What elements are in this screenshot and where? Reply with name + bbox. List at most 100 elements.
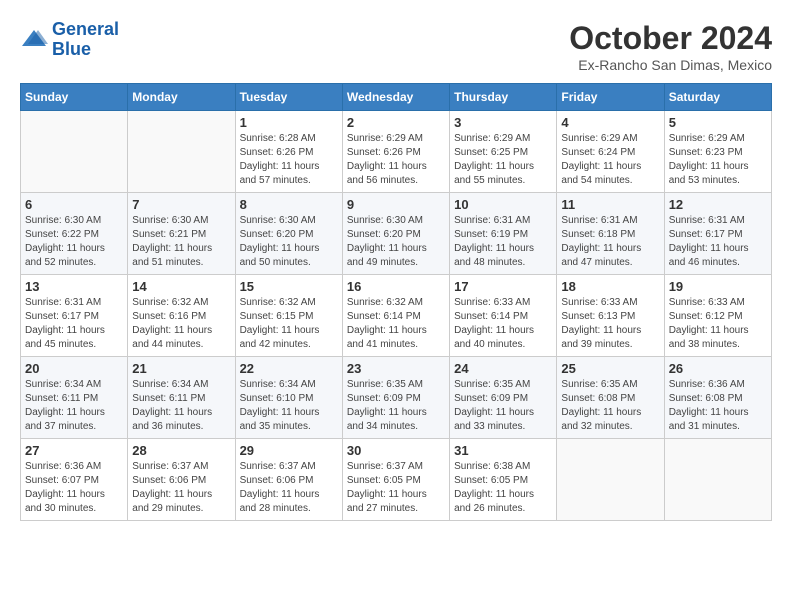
weekday-header-friday: Friday: [557, 84, 664, 111]
day-info: Sunrise: 6:37 AM Sunset: 6:06 PM Dayligh…: [240, 460, 338, 516]
day-number: 2: [347, 115, 445, 130]
month-title: October 2024: [569, 20, 772, 57]
calendar-cell: 28 Sunrise: 6:37 AM Sunset: 6:06 PM Dayli…: [128, 439, 235, 521]
weekday-header-saturday: Saturday: [664, 84, 771, 111]
calendar-cell: [128, 111, 235, 193]
weekday-header-monday: Monday: [128, 84, 235, 111]
day-number: 26: [669, 361, 767, 376]
day-info: Sunrise: 6:30 AM Sunset: 6:20 PM Dayligh…: [240, 214, 338, 270]
day-info: Sunrise: 6:33 AM Sunset: 6:12 PM Dayligh…: [669, 296, 767, 352]
day-number: 10: [454, 197, 552, 212]
day-info: Sunrise: 6:29 AM Sunset: 6:23 PM Dayligh…: [669, 132, 767, 188]
calendar-cell: 24Sunrise: 6:35 AM Sunset: 6:09 PM Dayli…: [450, 357, 557, 439]
day-number: 15: [240, 279, 338, 294]
calendar-cell: 21 Sunrise: 6:34 AM Sunset: 6:11 PM Dayli…: [128, 357, 235, 439]
calendar-cell: 16 Sunrise: 6:32 AM Sunset: 6:14 PM Dayli…: [342, 275, 449, 357]
day-info: Sunrise: 6:29 AM Sunset: 6:24 PM Dayligh…: [561, 132, 659, 188]
day-number: 29: [240, 443, 338, 458]
day-number: 17: [454, 279, 552, 294]
title-block: October 2024 Ex-Rancho San Dimas, Mexico: [569, 20, 772, 73]
weekday-header-wednesday: Wednesday: [342, 84, 449, 111]
day-info: Sunrise: 6:31 AM Sunset: 6:18 PM Dayligh…: [561, 214, 659, 270]
day-info: Sunrise: 6:31 AM Sunset: 6:19 PM Dayligh…: [454, 214, 552, 270]
calendar-cell: 20Sunrise: 6:34 AM Sunset: 6:11 PM Dayli…: [21, 357, 128, 439]
calendar-cell: 9 Sunrise: 6:30 AM Sunset: 6:20 PM Daylig…: [342, 193, 449, 275]
day-info: Sunrise: 6:34 AM Sunset: 6:11 PM Dayligh…: [25, 378, 123, 434]
calendar-cell: 6Sunrise: 6:30 AM Sunset: 6:22 PM Daylig…: [21, 193, 128, 275]
calendar-week-row: 13 Sunrise: 6:31 AM Sunset: 6:17 PM Dayli…: [21, 275, 772, 357]
logo-text: GeneralBlue: [52, 20, 119, 60]
calendar-cell: 23 Sunrise: 6:35 AM Sunset: 6:09 PM Dayli…: [342, 357, 449, 439]
calendar-cell: 14 Sunrise: 6:32 AM Sunset: 6:16 PM Dayli…: [128, 275, 235, 357]
day-number: 3: [454, 115, 552, 130]
day-number: 1: [240, 115, 338, 130]
day-number: 18: [561, 279, 659, 294]
day-info: Sunrise: 6:28 AM Sunset: 6:26 PM Dayligh…: [240, 132, 338, 188]
day-number: 13: [25, 279, 123, 294]
calendar-week-row: 6Sunrise: 6:30 AM Sunset: 6:22 PM Daylig…: [21, 193, 772, 275]
page-header: GeneralBlue October 2024 Ex-Rancho San D…: [20, 20, 772, 73]
calendar-cell: 1 Sunrise: 6:28 AM Sunset: 6:26 PM Daylig…: [235, 111, 342, 193]
calendar-header-row: SundayMondayTuesdayWednesdayThursdayFrid…: [21, 84, 772, 111]
calendar-cell: 8Sunrise: 6:30 AM Sunset: 6:20 PM Daylig…: [235, 193, 342, 275]
day-number: 7: [132, 197, 230, 212]
calendar-cell: 4 Sunrise: 6:29 AM Sunset: 6:24 PM Daylig…: [557, 111, 664, 193]
location: Ex-Rancho San Dimas, Mexico: [569, 57, 772, 73]
calendar-cell: 31 Sunrise: 6:38 AM Sunset: 6:05 PM Dayli…: [450, 439, 557, 521]
calendar-cell: 27Sunrise: 6:36 AM Sunset: 6:07 PM Dayli…: [21, 439, 128, 521]
calendar-cell: 22Sunrise: 6:34 AM Sunset: 6:10 PM Dayli…: [235, 357, 342, 439]
day-number: 31: [454, 443, 552, 458]
calendar-cell: [21, 111, 128, 193]
day-number: 23: [347, 361, 445, 376]
day-info: Sunrise: 6:34 AM Sunset: 6:11 PM Dayligh…: [132, 378, 230, 434]
calendar-cell: [664, 439, 771, 521]
day-number: 5: [669, 115, 767, 130]
day-number: 9: [347, 197, 445, 212]
day-number: 4: [561, 115, 659, 130]
day-info: Sunrise: 6:37 AM Sunset: 6:05 PM Dayligh…: [347, 460, 445, 516]
day-info: Sunrise: 6:35 AM Sunset: 6:09 PM Dayligh…: [454, 378, 552, 434]
day-number: 16: [347, 279, 445, 294]
calendar-body: 1 Sunrise: 6:28 AM Sunset: 6:26 PM Daylig…: [21, 111, 772, 521]
calendar-cell: 5 Sunrise: 6:29 AM Sunset: 6:23 PM Daylig…: [664, 111, 771, 193]
day-info: Sunrise: 6:38 AM Sunset: 6:05 PM Dayligh…: [454, 460, 552, 516]
calendar-cell: 26Sunrise: 6:36 AM Sunset: 6:08 PM Dayli…: [664, 357, 771, 439]
calendar-cell: 2Sunrise: 6:29 AM Sunset: 6:26 PM Daylig…: [342, 111, 449, 193]
day-number: 12: [669, 197, 767, 212]
calendar-cell: 7 Sunrise: 6:30 AM Sunset: 6:21 PM Daylig…: [128, 193, 235, 275]
calendar-cell: 29 Sunrise: 6:37 AM Sunset: 6:06 PM Dayli…: [235, 439, 342, 521]
calendar-cell: 3 Sunrise: 6:29 AM Sunset: 6:25 PM Daylig…: [450, 111, 557, 193]
day-number: 11: [561, 197, 659, 212]
day-info: Sunrise: 6:37 AM Sunset: 6:06 PM Dayligh…: [132, 460, 230, 516]
calendar-week-row: 1 Sunrise: 6:28 AM Sunset: 6:26 PM Daylig…: [21, 111, 772, 193]
calendar-cell: 15 Sunrise: 6:32 AM Sunset: 6:15 PM Dayli…: [235, 275, 342, 357]
weekday-header-tuesday: Tuesday: [235, 84, 342, 111]
calendar-cell: 19Sunrise: 6:33 AM Sunset: 6:12 PM Dayli…: [664, 275, 771, 357]
weekday-header-thursday: Thursday: [450, 84, 557, 111]
calendar-cell: 17Sunrise: 6:33 AM Sunset: 6:14 PM Dayli…: [450, 275, 557, 357]
day-number: 28: [132, 443, 230, 458]
day-info: Sunrise: 6:29 AM Sunset: 6:25 PM Dayligh…: [454, 132, 552, 188]
day-info: Sunrise: 6:32 AM Sunset: 6:15 PM Dayligh…: [240, 296, 338, 352]
day-number: 30: [347, 443, 445, 458]
day-info: Sunrise: 6:30 AM Sunset: 6:21 PM Dayligh…: [132, 214, 230, 270]
day-info: Sunrise: 6:32 AM Sunset: 6:14 PM Dayligh…: [347, 296, 445, 352]
day-info: Sunrise: 6:35 AM Sunset: 6:08 PM Dayligh…: [561, 378, 659, 434]
day-info: Sunrise: 6:32 AM Sunset: 6:16 PM Dayligh…: [132, 296, 230, 352]
calendar-table: SundayMondayTuesdayWednesdayThursdayFrid…: [20, 83, 772, 521]
calendar-cell: 30 Sunrise: 6:37 AM Sunset: 6:05 PM Dayli…: [342, 439, 449, 521]
day-info: Sunrise: 6:30 AM Sunset: 6:22 PM Dayligh…: [25, 214, 123, 270]
calendar-cell: 13 Sunrise: 6:31 AM Sunset: 6:17 PM Dayli…: [21, 275, 128, 357]
calendar-cell: 25Sunrise: 6:35 AM Sunset: 6:08 PM Dayli…: [557, 357, 664, 439]
day-info: Sunrise: 6:31 AM Sunset: 6:17 PM Dayligh…: [669, 214, 767, 270]
calendar-cell: 11 Sunrise: 6:31 AM Sunset: 6:18 PM Dayli…: [557, 193, 664, 275]
day-info: Sunrise: 6:30 AM Sunset: 6:20 PM Dayligh…: [347, 214, 445, 270]
day-info: Sunrise: 6:33 AM Sunset: 6:13 PM Dayligh…: [561, 296, 659, 352]
day-number: 14: [132, 279, 230, 294]
day-number: 22: [240, 361, 338, 376]
calendar-week-row: 27Sunrise: 6:36 AM Sunset: 6:07 PM Dayli…: [21, 439, 772, 521]
day-info: Sunrise: 6:35 AM Sunset: 6:09 PM Dayligh…: [347, 378, 445, 434]
calendar-week-row: 20Sunrise: 6:34 AM Sunset: 6:11 PM Dayli…: [21, 357, 772, 439]
day-info: Sunrise: 6:31 AM Sunset: 6:17 PM Dayligh…: [25, 296, 123, 352]
day-number: 21: [132, 361, 230, 376]
